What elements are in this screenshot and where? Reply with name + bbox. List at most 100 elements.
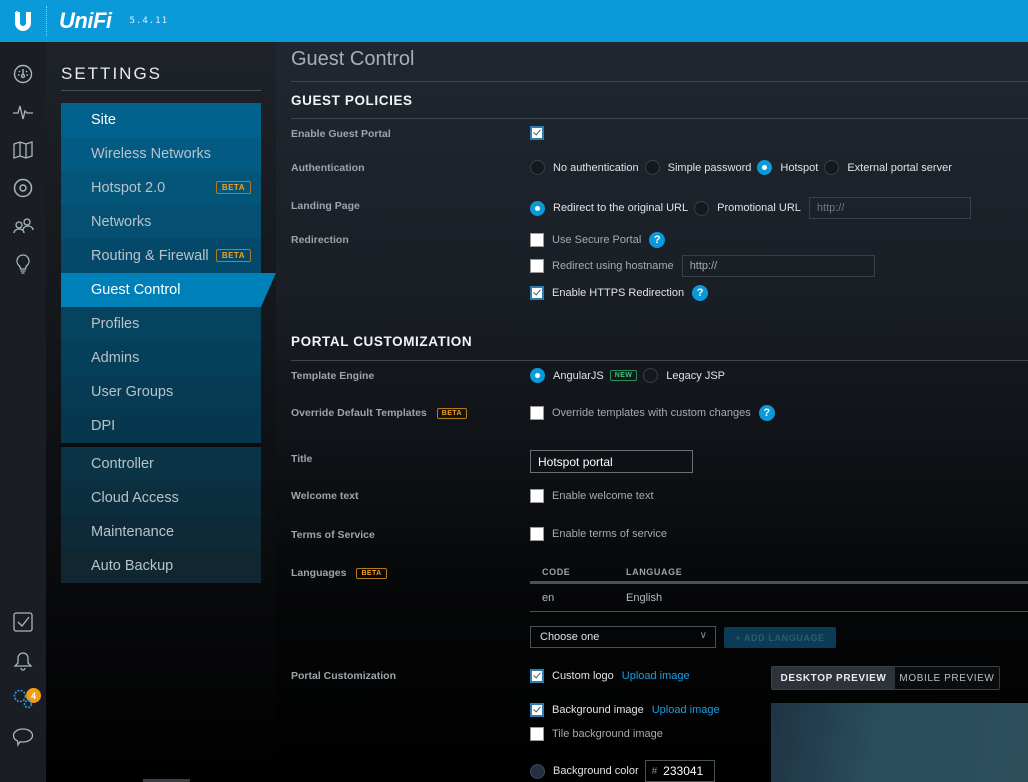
clients-icon[interactable] <box>9 212 37 240</box>
settings-menu: Site Wireless Networks Hotspot 2.0 BETA N… <box>61 103 276 583</box>
landing-page-label: Landing Page <box>291 200 360 212</box>
title-label: Title <box>291 453 313 465</box>
statistics-icon[interactable] <box>9 98 37 126</box>
guest-policies-heading: GUEST POLICIES <box>291 93 413 108</box>
template-legacy-jsp-label[interactable]: Legacy JSP <box>666 370 725 382</box>
terms-of-service-checkbox[interactable] <box>530 527 544 541</box>
settings-menu-networks[interactable]: Networks <box>61 205 261 239</box>
menu-label: Hotspot 2.0 <box>91 180 166 196</box>
settings-menu-wireless-networks[interactable]: Wireless Networks <box>61 137 261 171</box>
menu-label: Site <box>91 112 116 128</box>
background-color-swatch[interactable] <box>530 763 545 779</box>
settings-menu-routing-firewall[interactable]: Routing & Firewall BETA <box>61 239 261 273</box>
menu-label: Profiles <box>91 316 140 332</box>
redirect-hostname-input[interactable]: http:// <box>681 255 875 277</box>
portal-title-input[interactable]: Hotspot portal <box>530 450 693 473</box>
enable-guest-portal-checkbox[interactable] <box>530 126 544 140</box>
settings-menu-profiles[interactable]: Profiles <box>61 307 261 341</box>
ubiquiti-logo-icon[interactable] <box>0 0 46 42</box>
help-icon[interactable]: ? <box>649 232 666 248</box>
template-engine-radio-group: AngularJS NEW Legacy JSP <box>530 368 725 383</box>
upload-logo-link[interactable]: Upload image <box>622 670 690 682</box>
auth-none-label[interactable]: No authentication <box>553 162 639 174</box>
section-divider <box>291 118 1028 119</box>
background-color-input[interactable]: # 233041 <box>644 760 715 782</box>
settings-menu-dpi[interactable]: DPI <box>61 409 261 443</box>
beta-badge: BETA <box>215 249 251 262</box>
auth-hotspot-label[interactable]: Hotspot <box>780 162 818 174</box>
auth-simple-password-label[interactable]: Simple password <box>668 162 752 174</box>
help-icon[interactable]: ? <box>758 405 775 421</box>
menu-label: DPI <box>91 418 116 434</box>
settings-menu-admins[interactable]: Admins <box>61 341 261 375</box>
tab-mobile-preview[interactable]: MOBILE PREVIEW <box>894 667 999 689</box>
tab-desktop-preview[interactable]: DESKTOP PREVIEW <box>772 667 895 689</box>
language-select[interactable]: Choose one ∨ <box>530 626 716 648</box>
menu-label: Cloud Access <box>91 490 179 506</box>
help-icon[interactable]: ? <box>692 285 709 301</box>
devices-icon[interactable] <box>9 174 37 202</box>
settings-menu-controller[interactable]: Controller <box>61 447 261 481</box>
template-angularjs-radio[interactable] <box>530 368 545 383</box>
override-templates-checkbox[interactable] <box>530 406 544 420</box>
table-row[interactable]: en English <box>530 584 1028 612</box>
settings-menu-auto-backup[interactable]: Auto Backup <box>61 549 261 583</box>
use-secure-portal-checkbox[interactable] <box>530 233 544 247</box>
welcome-text-checkbox[interactable] <box>530 489 544 503</box>
settings-icon[interactable] <box>9 685 37 713</box>
auth-external-portal-radio[interactable] <box>824 160 840 175</box>
template-angularjs-label[interactable]: AngularJS <box>553 370 604 382</box>
chat-support-icon[interactable] <box>9 723 37 751</box>
map-icon[interactable] <box>9 136 37 164</box>
alerts-icon[interactable] <box>9 647 37 675</box>
language-name: English <box>626 591 663 604</box>
custom-logo-checkbox[interactable] <box>530 669 544 683</box>
settings-panel: SETTINGS Site Wireless Networks Hotspot … <box>46 42 276 782</box>
topbar-divider <box>46 6 47 36</box>
insights-icon[interactable] <box>9 250 37 278</box>
landing-redirect-original-label[interactable]: Redirect to the original URL <box>553 202 688 214</box>
settings-menu-site[interactable]: Site <box>61 103 261 137</box>
settings-menu-hotspot-2[interactable]: Hotspot 2.0 BETA <box>61 171 261 205</box>
landing-promotional-radio[interactable] <box>694 200 710 216</box>
redirect-hostname-label: Redirect using hostname <box>552 260 674 272</box>
settings-menu-maintenance[interactable]: Maintenance <box>61 515 261 549</box>
dashboard-icon[interactable] <box>9 60 37 88</box>
auth-simple-password-radio[interactable] <box>644 160 660 175</box>
welcome-text-label: Welcome text <box>291 490 359 502</box>
tile-background-checkbox[interactable] <box>530 727 544 741</box>
settings-menu-guest-control[interactable]: Guest Control <box>61 273 276 307</box>
menu-label: Controller <box>91 456 154 472</box>
terms-of-service-checkbox-label: Enable terms of service <box>552 528 667 540</box>
redirection-label: Redirection <box>291 234 349 246</box>
primary-nav: 4 <box>0 42 46 782</box>
auth-external-portal-label[interactable]: External portal server <box>847 162 952 174</box>
settings-menu-cloud-access[interactable]: Cloud Access <box>61 481 261 515</box>
version-label: 5.4.11 <box>129 16 169 26</box>
menu-label: User Groups <box>91 384 174 400</box>
events-icon[interactable] <box>9 608 37 636</box>
auth-none-radio[interactable] <box>530 160 545 175</box>
landing-promotional-label[interactable]: Promotional URL <box>717 202 801 214</box>
auth-hotspot-radio[interactable] <box>757 160 773 175</box>
redirect-hostname-checkbox[interactable] <box>530 259 544 273</box>
background-image-checkbox[interactable] <box>530 703 544 717</box>
menu-label: Wireless Networks <box>91 146 212 162</box>
portal-customization-label: Portal Customization <box>291 670 397 682</box>
section-divider <box>291 360 1028 361</box>
landing-page-radio-group: Redirect to the original URL Promotional… <box>530 197 971 219</box>
menu-label: Routing & Firewall <box>91 248 209 264</box>
https-redirection-checkbox[interactable] <box>530 286 544 300</box>
column-header-language[interactable]: LANGUAGE <box>626 567 682 577</box>
promotional-url-input[interactable]: http:// <box>808 197 971 219</box>
add-language-button[interactable]: + ADD LANGUAGE <box>724 627 836 648</box>
background-image-label: Background image <box>552 704 644 716</box>
settings-heading: SETTINGS <box>61 64 163 83</box>
template-legacy-jsp-radio[interactable] <box>643 368 659 383</box>
custom-logo-label: Custom logo <box>552 670 614 682</box>
upload-background-link[interactable]: Upload image <box>652 704 720 716</box>
menu-label: Maintenance <box>91 524 175 540</box>
landing-redirect-original-radio[interactable] <box>530 200 545 216</box>
settings-menu-user-groups[interactable]: User Groups <box>61 375 261 409</box>
column-header-code[interactable]: CODE <box>530 567 626 577</box>
